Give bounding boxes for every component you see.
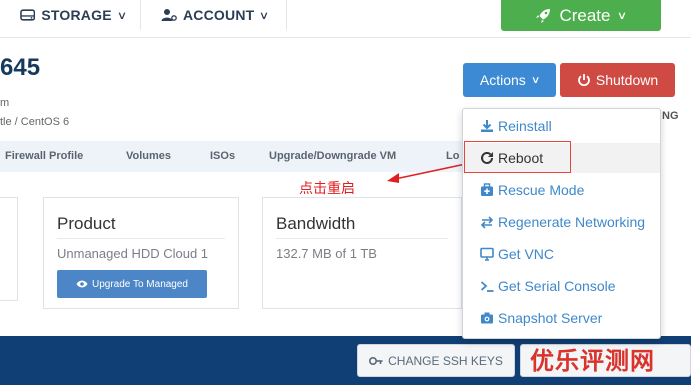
tab-isos[interactable]: ISOs (210, 150, 235, 162)
camera-icon (481, 312, 493, 324)
divider (57, 238, 225, 239)
actions-label: Actions (479, 72, 526, 88)
medkit-icon (481, 183, 493, 196)
tab-volumes[interactable]: Volumes (126, 150, 171, 162)
menu-item-get-serial-console[interactable]: Get Serial Console (463, 271, 660, 301)
menu-item-label: Snapshot Server (498, 310, 603, 326)
nav-storage-label: STORAGE (41, 7, 112, 23)
annotation-text: 点击重启 (299, 181, 355, 197)
menu-item-rescue-mode[interactable]: Rescue Mode (463, 175, 660, 205)
reboot-highlight-box (464, 141, 571, 173)
power-icon (578, 74, 590, 87)
bandwidth-card: Bandwidth 132.7 MB of 1 TB (262, 197, 462, 309)
download-icon (481, 120, 493, 132)
upgrade-label: Upgrade To Managed (92, 278, 188, 290)
upgrade-to-managed-button[interactable]: Upgrade To Managed (57, 270, 207, 298)
rocket-icon (536, 8, 551, 23)
shutdown-button[interactable]: Shutdown (560, 63, 675, 97)
menu-item-get-vnc[interactable]: Get VNC (463, 239, 660, 269)
menu-item-label: Get Serial Console (498, 278, 616, 294)
desktop-icon (480, 247, 494, 261)
menu-item-label: Get VNC (498, 246, 555, 262)
bandwidth-value: 132.7 MB of 1 TB (276, 246, 377, 261)
hard-drive-icon (20, 9, 36, 21)
exchange-icon (480, 216, 494, 229)
nav-account-label: ACCOUNT (183, 7, 255, 23)
nav-storage-menu[interactable]: STORAGE ∨ (0, 0, 141, 30)
server-subtitle: m (0, 97, 10, 109)
shutdown-label: Shutdown (595, 72, 659, 88)
user-gear-icon (161, 9, 177, 21)
chevron-down-icon: ∨ (530, 74, 541, 86)
top-navigation: STORAGE ∨ ACCOUNT ∨ Create ∨ (0, 0, 691, 38)
product-title: Product (57, 214, 116, 233)
menu-item-regenerate-networking[interactable]: Regenerate Networking (463, 207, 660, 237)
terminal-icon (480, 281, 494, 292)
change-ssh-keys-button[interactable]: CHANGE SSH KEYS (357, 344, 515, 377)
menu-item-label: Rescue Mode (498, 182, 585, 198)
info-card-partial (0, 197, 18, 301)
create-label: Create (559, 5, 611, 25)
chevron-down-icon: ∨ (116, 9, 128, 22)
product-card: Product Unmanaged HDD Cloud 1 Upgrade To… (43, 197, 239, 309)
divider (276, 238, 448, 239)
bandwidth-title: Bandwidth (276, 214, 356, 233)
nav-account-menu[interactable]: ACCOUNT ∨ (141, 0, 287, 30)
create-button[interactable]: Create ∨ (501, 0, 661, 31)
server-title: 645 (0, 54, 41, 81)
menu-item-reinstall[interactable]: Reinstall (463, 111, 660, 141)
menu-item-label: Regenerate Networking (498, 214, 646, 230)
eye-icon (76, 280, 88, 288)
server-location-os: tle / CentOS 6 (0, 116, 70, 128)
chevron-down-icon: ∨ (617, 10, 628, 22)
menu-item-label: Reinstall (498, 118, 552, 134)
menu-item-snapshot-server[interactable]: Snapshot Server (463, 303, 660, 333)
tab-firewall-profile[interactable]: Firewall Profile (5, 150, 83, 162)
tab-upgrade-downgrade-vm[interactable]: Upgrade/Downgrade VM (269, 150, 396, 162)
watermark-text: 优乐评测网 (530, 347, 655, 375)
ssh-keys-label: CHANGE SSH KEYS (388, 353, 503, 368)
product-value: Unmanaged HDD Cloud 1 (57, 246, 209, 261)
partial-heading-text: NG (662, 110, 679, 122)
chevron-down-icon: ∨ (259, 9, 270, 22)
key-icon (369, 356, 383, 365)
actions-dropdown-button[interactable]: Actions ∨ (463, 63, 556, 97)
